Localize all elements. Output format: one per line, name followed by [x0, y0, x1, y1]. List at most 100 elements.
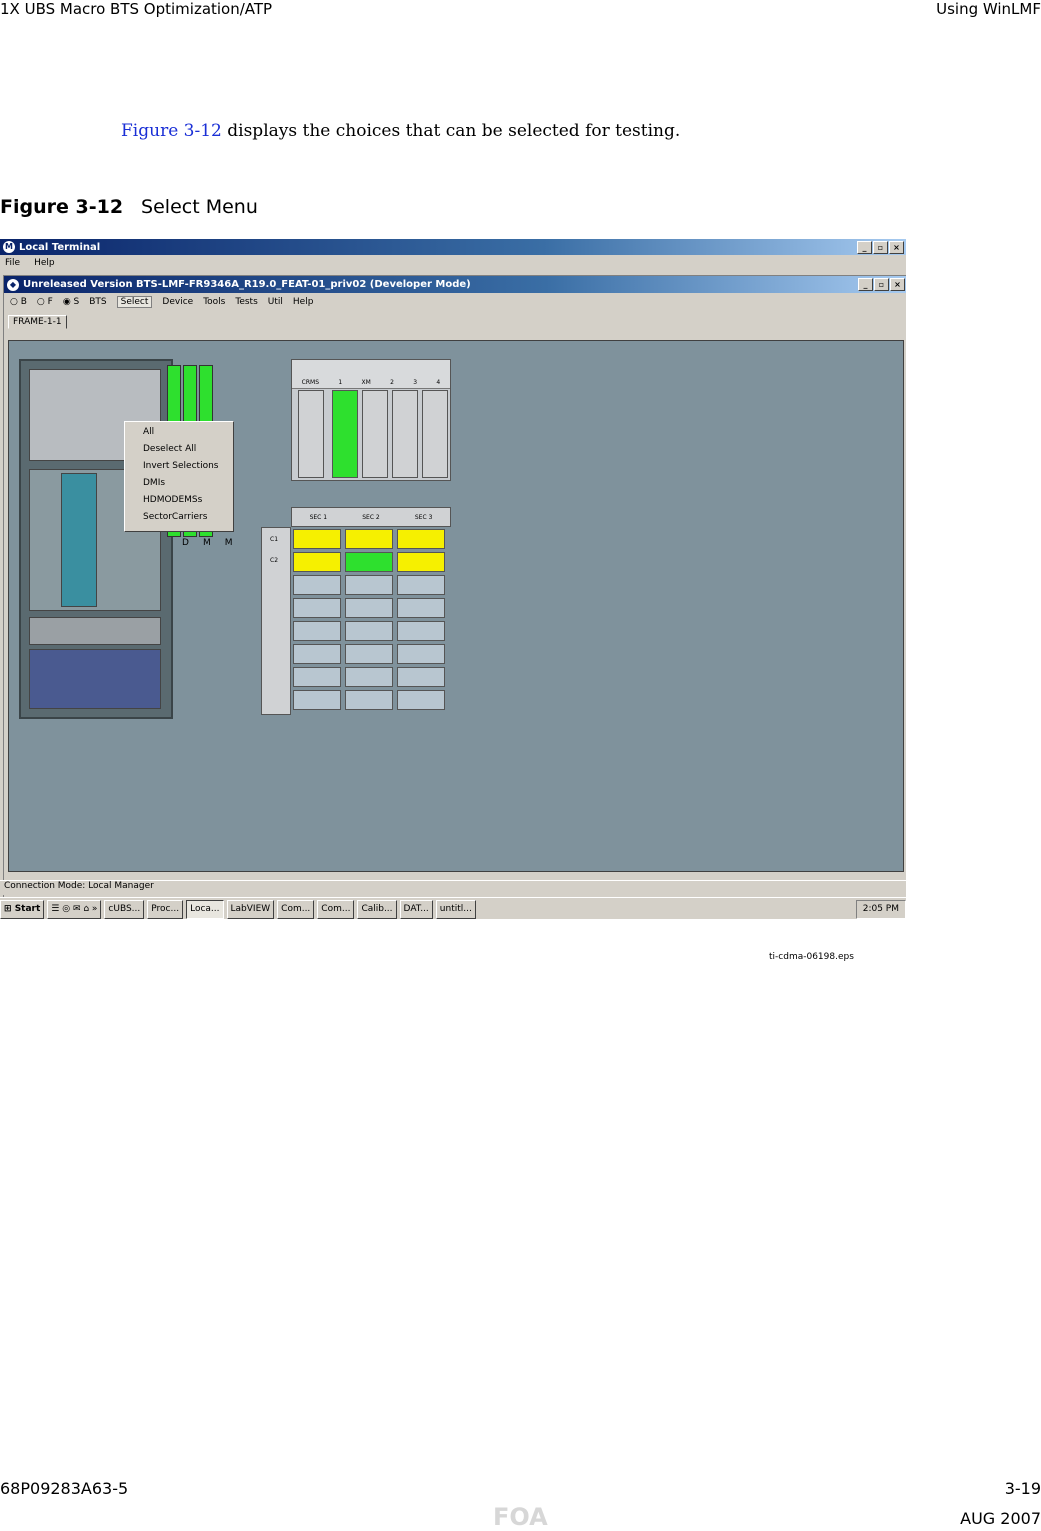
- doc-number: 68P09283A63-5: [0, 1479, 129, 1498]
- carrier-cell[interactable]: [293, 552, 341, 572]
- carrier-cell[interactable]: [293, 667, 341, 687]
- carrier-c1-label: C1: [270, 536, 279, 543]
- carrier-cell[interactable]: [397, 598, 445, 618]
- task-untitled[interactable]: untitl...: [435, 899, 476, 919]
- figure-link[interactable]: Figure 3-12: [121, 121, 222, 141]
- inner-restore-button[interactable]: ▫: [874, 278, 889, 291]
- carrier-cell[interactable]: [293, 621, 341, 641]
- inner-close-button[interactable]: ×: [890, 278, 905, 291]
- dropdown-item-deselect-all[interactable]: Deselect All: [125, 442, 233, 459]
- task-proc[interactable]: Proc...: [147, 899, 184, 919]
- xcvr-label-crms: CRMS: [301, 379, 319, 386]
- system-tray: 2:05 PM: [855, 899, 906, 919]
- carrier-cell[interactable]: [345, 667, 393, 687]
- menu-tests[interactable]: Tests: [235, 297, 257, 307]
- lmf-icon: ◆: [7, 278, 19, 291]
- xcvr-header: CRMS 1 XM 2 3 4: [292, 360, 450, 389]
- carrier-cell[interactable]: [397, 644, 445, 664]
- task-dat[interactable]: DAT...: [399, 899, 433, 919]
- minimize-button[interactable]: _: [857, 240, 872, 254]
- sector-1-label: SEC 1: [309, 513, 328, 521]
- menu-file[interactable]: File: [5, 258, 20, 268]
- task-com-2[interactable]: Com...: [317, 899, 355, 919]
- bts-frame[interactable]: [19, 359, 173, 719]
- carrier-cell[interactable]: [345, 529, 393, 549]
- sector-header: SEC 1 SEC 2 SEC 3: [291, 507, 451, 527]
- carrier-cell[interactable]: [345, 575, 393, 595]
- radio-f[interactable]: ○ F: [37, 297, 53, 307]
- menu-help-inner[interactable]: Help: [293, 297, 314, 307]
- radio-s[interactable]: ◉ S: [63, 297, 79, 307]
- carrier-cell[interactable]: [293, 644, 341, 664]
- inner-minimize-button[interactable]: _: [858, 278, 873, 291]
- carrier-cell[interactable]: [345, 621, 393, 641]
- inner-window: ◆ Unreleased Version BTS-LMF-FR9346A_R19…: [3, 275, 906, 911]
- carrier-cell[interactable]: [345, 598, 393, 618]
- carrier-c2-label: C2: [270, 557, 279, 564]
- radio-b[interactable]: ○ B: [10, 297, 27, 307]
- sector-carrier-grid: SEC 1 SEC 2 SEC 3 C1 C2: [261, 507, 451, 715]
- carrier-cell[interactable]: [345, 552, 393, 572]
- close-button[interactable]: ×: [889, 240, 904, 254]
- quicklaunch-icons[interactable]: ☰ ◎ ✉ ⌂ »: [47, 899, 102, 919]
- carrier-cell[interactable]: [397, 529, 445, 549]
- dropdown-item-all[interactable]: All: [125, 425, 233, 442]
- xm-slot-3[interactable]: [392, 390, 418, 478]
- carrier-cell[interactable]: [345, 690, 393, 710]
- carrier-cell[interactable]: [397, 575, 445, 595]
- carrier-cell[interactable]: [293, 690, 341, 710]
- sector-3-label: SEC 3: [414, 513, 433, 521]
- menu-tools[interactable]: Tools: [203, 297, 225, 307]
- carrier-cell[interactable]: [293, 575, 341, 595]
- task-local[interactable]: Loca...: [186, 899, 224, 919]
- dropdown-item-sectorcarriers[interactable]: SectorCarriers: [125, 510, 233, 527]
- restore-button[interactable]: ▫: [873, 240, 888, 254]
- menu-device[interactable]: Device: [162, 297, 193, 307]
- dropdown-item-invert-selections[interactable]: Invert Selections: [125, 459, 233, 476]
- menu-select[interactable]: Select: [116, 296, 153, 308]
- xcvr-num-3: 3: [413, 379, 418, 386]
- task-cubs[interactable]: cUBS...: [104, 899, 145, 919]
- rack-panel: [29, 617, 161, 645]
- xcvr-panel: CRMS 1 XM 2 3 4: [291, 359, 451, 481]
- figure-title: Figure 3-12 Select Menu: [0, 196, 258, 218]
- carrier-cell[interactable]: [345, 644, 393, 664]
- start-button[interactable]: ⊞ Start: [0, 899, 45, 919]
- task-com-1[interactable]: Com...: [277, 899, 315, 919]
- carrier-cell[interactable]: [397, 552, 445, 572]
- carrier-cell[interactable]: [293, 529, 341, 549]
- task-labview[interactable]: LabVIEW: [226, 899, 275, 919]
- running-header-left: 1X UBS Macro BTS Optimization/ATP: [0, 0, 273, 18]
- card-label-m2: M: [224, 538, 233, 548]
- xcvr-num-2: 2: [390, 379, 394, 386]
- card-label-m1: M: [202, 538, 211, 548]
- taskbar: ⊞ Start ☰ ◎ ✉ ⌂ » cUBS... Proc... Loca..…: [0, 897, 906, 919]
- bts-canvas: D M M CRMS 1 XM 2 3 4 SEC 1 SEC 2 SEC 3 …: [8, 340, 904, 872]
- xcvr-num-1: 1: [338, 379, 343, 386]
- outer-menubar: File Help: [0, 255, 906, 271]
- task-calib[interactable]: Calib...: [357, 899, 397, 919]
- tab-frame[interactable]: FRAME-1-1: [8, 315, 67, 329]
- tab-strip: FRAME-1-1: [4, 311, 906, 329]
- figure-filename: ti-cdma-06198.eps: [769, 952, 854, 962]
- inner-menubar: ○ B ○ F ◉ S BTS Select Device Tools Test…: [4, 293, 906, 311]
- menu-help[interactable]: Help: [34, 258, 55, 268]
- card-label-d: D: [182, 538, 189, 548]
- xm-slot-4[interactable]: [422, 390, 448, 478]
- xm-slot-2[interactable]: [362, 390, 388, 478]
- carrier-cell[interactable]: [397, 621, 445, 641]
- menu-util[interactable]: Util: [268, 297, 283, 307]
- status-text: Connection Mode: Local Manager: [4, 881, 154, 891]
- dropdown-item-hdmodems[interactable]: HDMODEMSs: [125, 493, 233, 510]
- xm-slot-1[interactable]: [332, 390, 358, 478]
- carrier-cell[interactable]: [397, 667, 445, 687]
- page-number: 3-19: [1004, 1479, 1041, 1498]
- clock: 2:05 PM: [862, 903, 899, 914]
- crms-slot[interactable]: [298, 390, 324, 478]
- dropdown-item-dmis[interactable]: DMIs: [125, 476, 233, 493]
- carrier-cell[interactable]: [293, 598, 341, 618]
- carrier-cell[interactable]: [397, 690, 445, 710]
- menu-bts[interactable]: BTS: [89, 297, 106, 307]
- doc-date: AUG 2007: [960, 1509, 1041, 1528]
- inner-titlebar: ◆ Unreleased Version BTS-LMF-FR9346A_R19…: [4, 276, 906, 293]
